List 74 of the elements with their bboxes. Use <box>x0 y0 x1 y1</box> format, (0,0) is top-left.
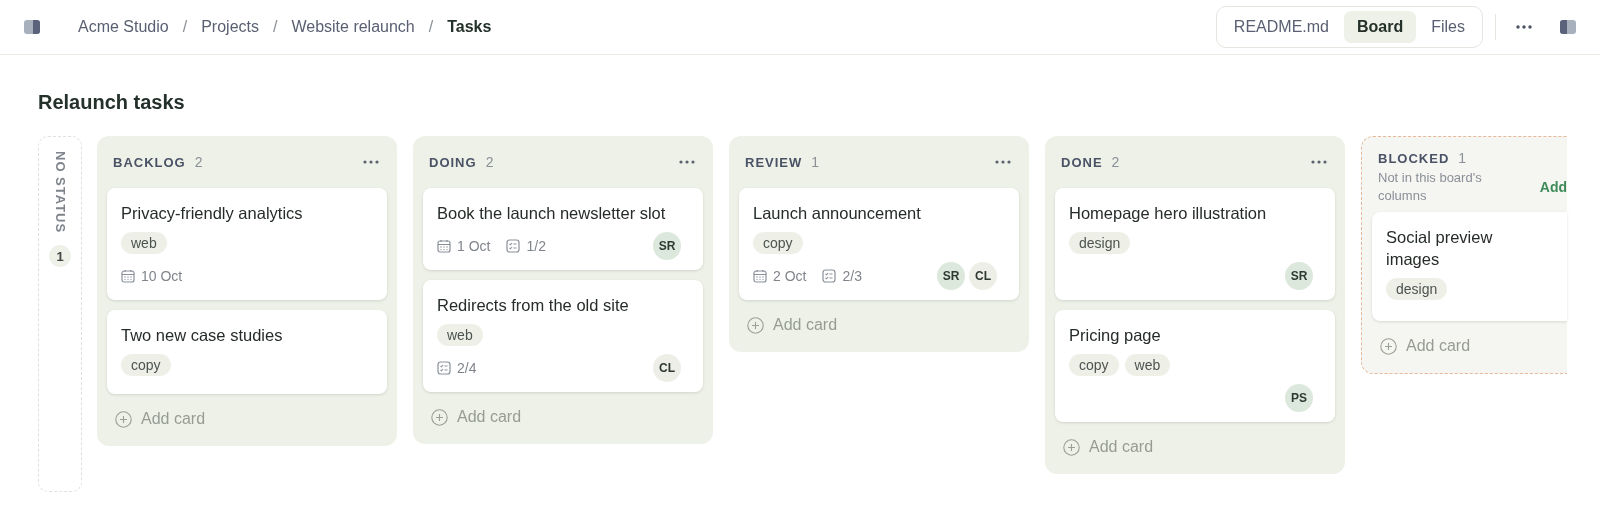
avatar: SR <box>653 232 681 260</box>
task-card[interactable]: Pricing page copy web PS <box>1055 310 1335 422</box>
sidebar-toggle-icon[interactable] <box>24 20 40 34</box>
card-title: Two new case studies <box>121 325 284 346</box>
checklist-icon <box>506 239 521 253</box>
calendar-icon <box>437 239 451 253</box>
card-count: 1 <box>811 154 820 170</box>
breadcrumb-link[interactable]: Projects <box>201 18 259 36</box>
card-count: 1 <box>1458 150 1467 166</box>
checklist-icon <box>822 269 837 283</box>
card-title: Book the launch newsletter slot <box>437 203 667 224</box>
avatar: SR <box>937 262 965 290</box>
view-tab[interactable]: README.md <box>1220 11 1342 43</box>
plus-icon <box>747 316 764 334</box>
more-icon[interactable] <box>1516 25 1532 29</box>
task-card[interactable]: Social preview images design <box>1372 212 1567 322</box>
card-title: Social preview images <box>1386 227 1494 271</box>
add-link[interactable]: Add <box>1539 178 1567 195</box>
column-title: DOING <box>429 155 477 170</box>
plus-icon <box>115 410 132 428</box>
avatar: SR <box>1285 262 1313 290</box>
task-card[interactable]: Two new case studies copy <box>107 310 387 394</box>
card-title: Launch announcement <box>753 203 922 224</box>
due-date: 2 Oct <box>773 268 807 284</box>
tag-chip: copy <box>121 354 171 376</box>
column-title: BACKLOG <box>113 155 186 170</box>
more-icon[interactable] <box>363 160 379 164</box>
more-icon[interactable] <box>995 160 1011 164</box>
count-badge: 1 <box>49 245 71 268</box>
due-date: 10 Oct <box>141 268 183 284</box>
more-icon[interactable] <box>1311 160 1327 164</box>
column-title: DONE <box>1061 155 1103 170</box>
breadcrumb-link[interactable]: Website relaunch <box>291 18 415 36</box>
tag-chip: web <box>437 324 483 346</box>
breadcrumb-separator: / <box>182 18 188 36</box>
avatar: CL <box>653 354 681 382</box>
breadcrumb-link[interactable]: Acme Studio <box>78 18 169 36</box>
card-count: 2 <box>485 154 494 170</box>
panel-toggle-icon[interactable] <box>1560 20 1576 34</box>
calendar-icon <box>121 269 135 283</box>
card-count: 2 <box>194 154 203 170</box>
tag-chip: design <box>1386 278 1448 301</box>
column-title: REVIEW <box>745 155 803 170</box>
breadcrumb-separator: / <box>272 18 278 36</box>
due-date: 1 Oct <box>457 238 491 254</box>
card-title: Privacy-friendly analytics <box>121 203 304 224</box>
card-title: Pricing page <box>1069 325 1162 346</box>
tag-chip: design <box>1069 232 1131 254</box>
checklist-icon <box>437 361 451 375</box>
view-tab[interactable]: Board <box>1344 11 1417 43</box>
tag-chip: web <box>1124 354 1171 376</box>
card-title: Redirects from the old site <box>437 295 630 316</box>
column-title: NO STATUS <box>52 151 68 234</box>
plus-icon <box>431 408 448 426</box>
card-title: Homepage hero illustration <box>1069 203 1268 224</box>
tag-chip: web <box>121 232 167 254</box>
view-tab[interactable]: Files <box>1418 11 1478 43</box>
tag-chip: copy <box>1069 354 1119 376</box>
calendar-icon <box>753 269 767 283</box>
breadcrumb-separator: / <box>428 18 434 36</box>
avatar: CL <box>969 262 997 290</box>
more-icon[interactable] <box>679 160 695 164</box>
tag-chip: copy <box>753 232 803 254</box>
no-status-column[interactable]: NO STATUS 1 <box>38 136 82 492</box>
avatar: PS <box>1285 384 1313 412</box>
column-title: BLOCKED <box>1378 151 1450 166</box>
breadcrumb-link[interactable]: Tasks <box>447 18 492 36</box>
task-card[interactable]: Homepage hero illustration design SR <box>1055 188 1335 300</box>
board-title: Relaunch tasks <box>38 91 186 114</box>
column-note: Not in this board's columns <box>1378 169 1483 205</box>
card-count: 2 <box>1111 154 1120 170</box>
plus-icon <box>1380 337 1397 355</box>
plus-icon <box>1063 438 1080 456</box>
task-card[interactable]: Privacy-friendly analytics web 10 Oct <box>107 188 387 300</box>
